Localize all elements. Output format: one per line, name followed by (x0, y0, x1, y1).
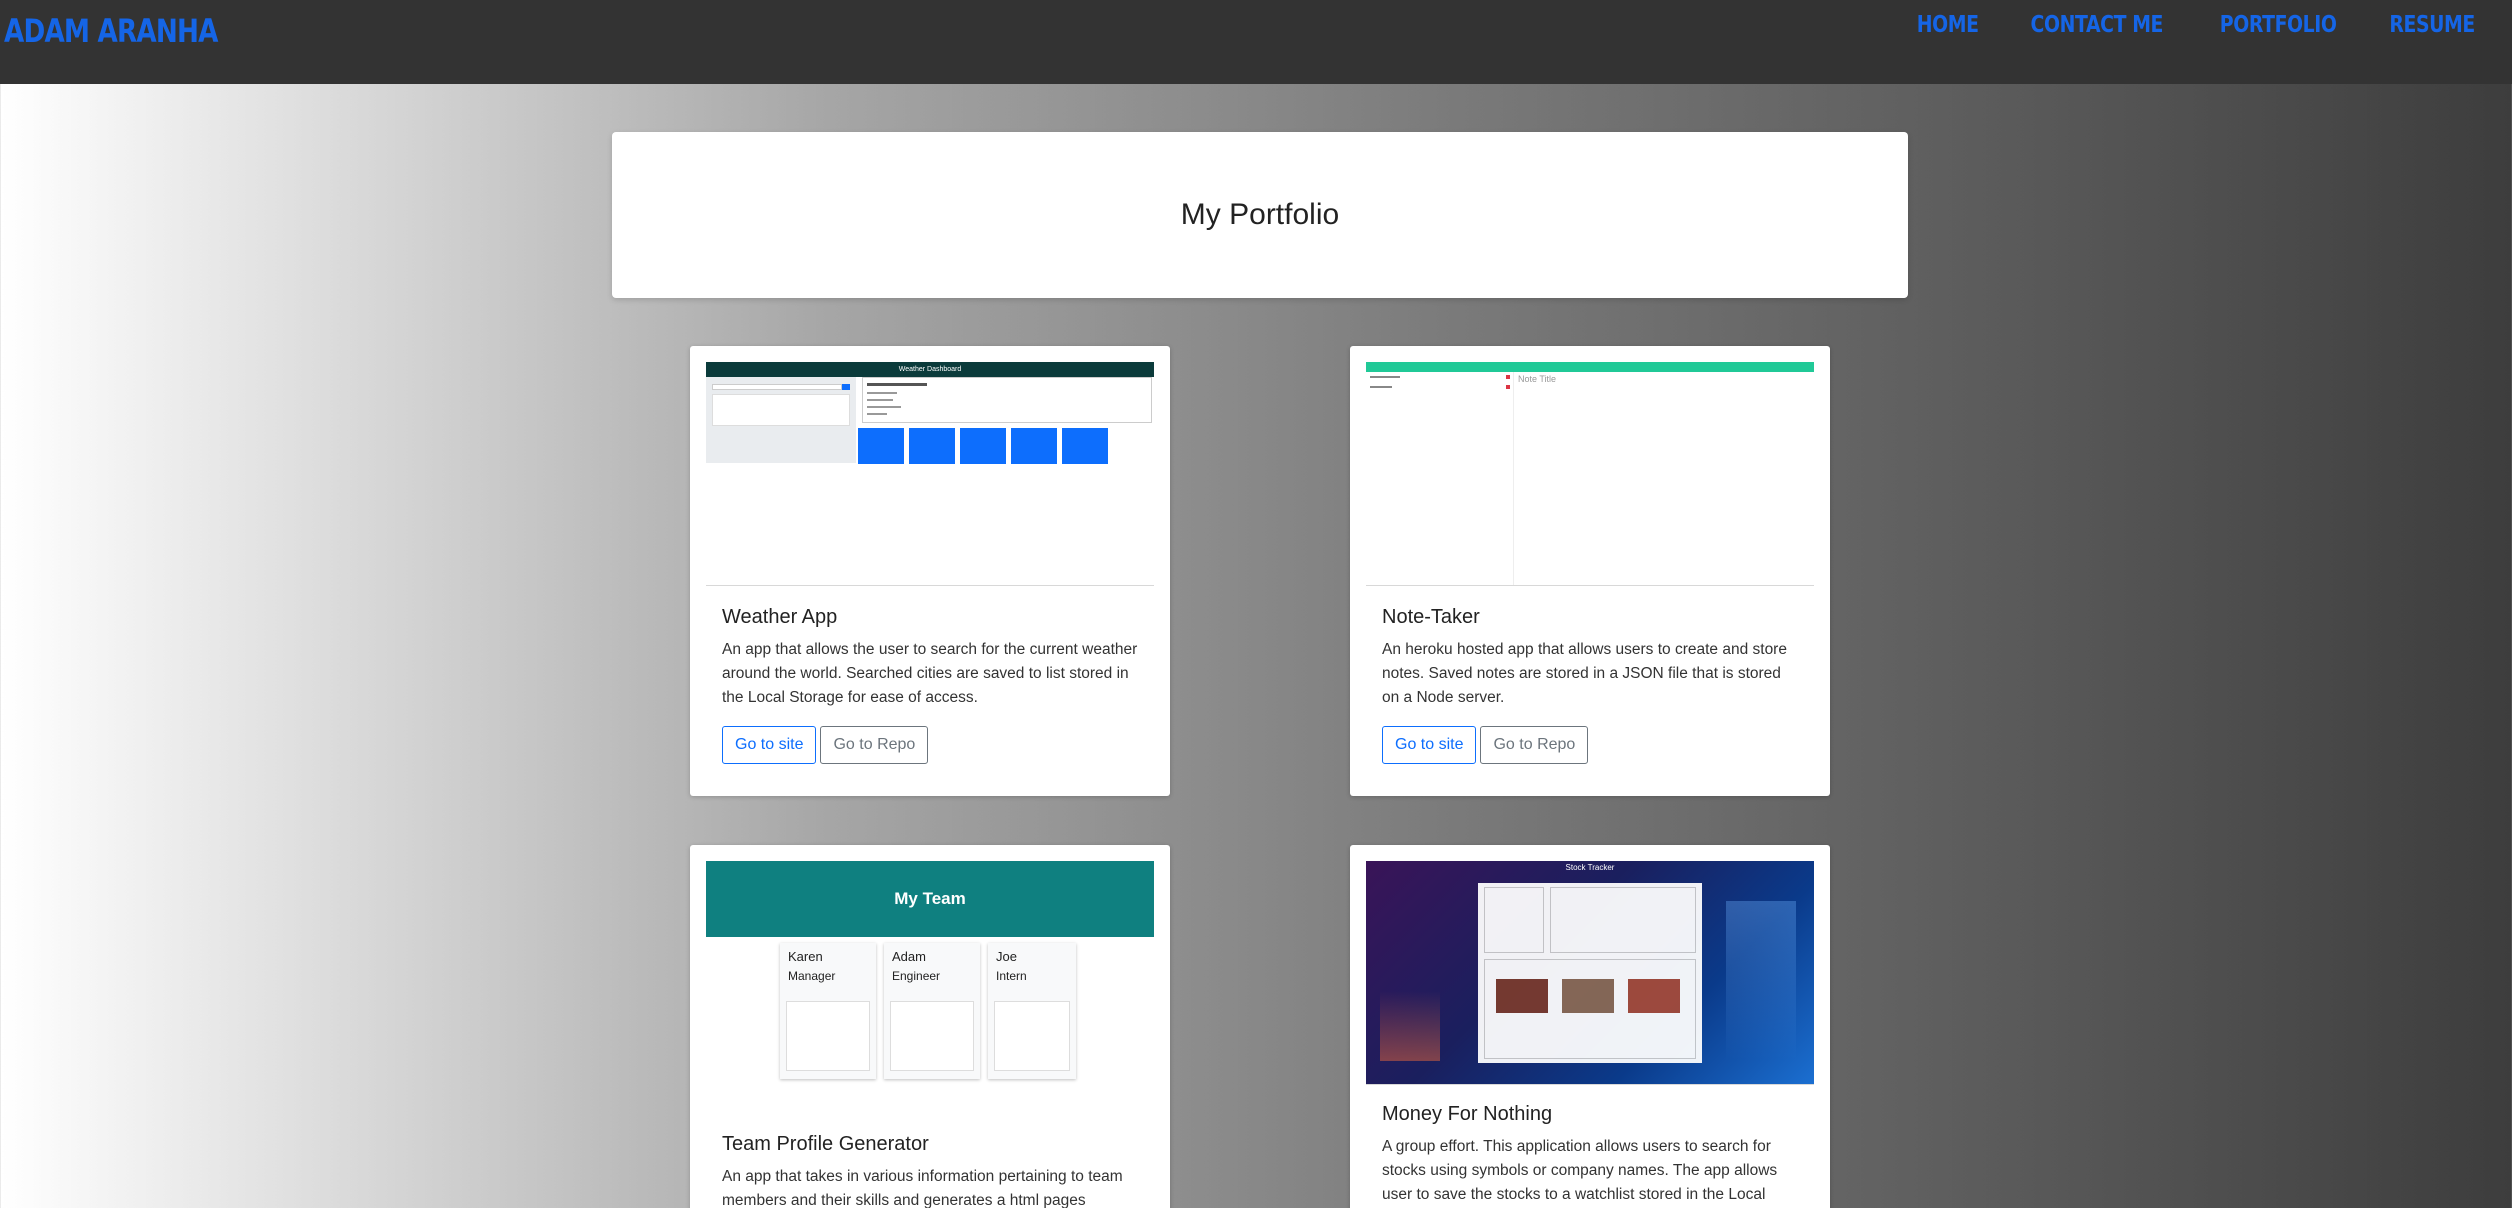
stock-shot-header: Stock Tracker (1565, 863, 1615, 872)
forecast-tile (1062, 428, 1108, 464)
note-shot-header (1366, 362, 1814, 372)
go-to-repo-button[interactable]: Go to Repo (820, 726, 929, 764)
project-card-weather: Weather Dashboard Weather App An app tha… (690, 346, 1170, 796)
member-name: Karen (788, 949, 823, 964)
project-card-team-profile: My Team Karen Manager Adam Engineer Joe … (690, 845, 1170, 1208)
note-taker-screenshot: Note Title (1366, 362, 1814, 586)
stock-tracker-screenshot: Stock Tracker (1366, 861, 1814, 1085)
weather-shot-header: Weather Dashboard (706, 362, 1154, 377)
brand-logo[interactable]: ADAM ARANHA (4, 12, 218, 50)
go-to-site-button[interactable]: Go to site (1382, 726, 1477, 764)
weather-shot-current (862, 377, 1152, 423)
forecast-tile (960, 428, 1006, 464)
weather-app-screenshot: Weather Dashboard (706, 362, 1154, 586)
member-role: Intern (996, 969, 1027, 983)
team-profile-screenshot: My Team Karen Manager Adam Engineer Joe … (706, 861, 1154, 1085)
member-role: Manager (788, 969, 836, 983)
member-name: Adam (892, 949, 926, 964)
member-role: Engineer (892, 969, 941, 983)
project-description: A group effort. This application allows … (1382, 1138, 1778, 1203)
team-member-card: Joe Intern (988, 943, 1076, 1079)
nav-portfolio-link[interactable]: PORTFOLIO (2220, 12, 2337, 38)
top-navbar: ADAM ARANHA HOME CONTACT ME PORTFOLIO RE… (0, 0, 2512, 84)
go-to-repo-button[interactable]: Go to Repo (1480, 726, 1589, 764)
note-title-placeholder: Note Title (1518, 374, 1557, 384)
nav-home-link[interactable]: HOME (1917, 12, 1979, 38)
project-description: An heroku hosted app that allows users t… (1382, 641, 1787, 706)
team-shot-header: My Team (706, 861, 1154, 937)
project-card-money-for-nothing: Stock Tracker Money For Nothing A group … (1350, 845, 1830, 1208)
main-nav: HOME CONTACT ME PORTFOLIO RESUME (1910, 12, 2484, 38)
team-member-card: Adam Engineer (884, 943, 980, 1079)
member-name: Joe (996, 949, 1017, 964)
weather-shot-sidebar (706, 377, 856, 463)
portfolio-title-card: My Portfolio (612, 132, 1908, 298)
note-shot-list (1366, 372, 1514, 585)
project-title: Weather App (722, 606, 838, 628)
forecast-tile (909, 428, 955, 464)
project-description: An app that allows the user to search fo… (722, 641, 1138, 706)
forecast-tile (858, 428, 904, 464)
project-title: Team Profile Generator (722, 1133, 929, 1155)
project-title: Money For Nothing (1382, 1103, 1553, 1125)
page-title: My Portfolio (1180, 198, 1340, 231)
forecast-tile (1011, 428, 1057, 464)
project-card-note-taker: Note Title Note-Taker An heroku hosted a… (1350, 346, 1830, 796)
go-to-site-button[interactable]: Go to site (722, 726, 817, 764)
project-title: Note-Taker (1382, 606, 1480, 628)
nav-resume-link[interactable]: RESUME (2389, 12, 2475, 38)
stock-shot-panel (1478, 883, 1702, 1063)
project-description: An app that takes in various information… (722, 1168, 1123, 1208)
team-member-card: Karen Manager (780, 943, 876, 1079)
nav-contact-link[interactable]: CONTACT ME (2030, 12, 2163, 38)
